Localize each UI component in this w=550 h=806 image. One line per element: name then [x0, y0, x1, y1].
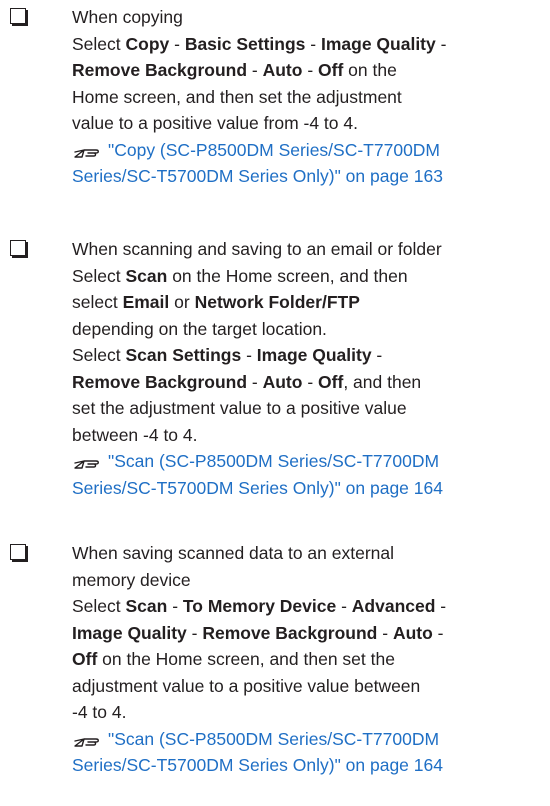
menu-term: Scan Settings — [125, 345, 242, 365]
item-line: Image Quality - Remove Background - Auto… — [72, 620, 542, 647]
text-run: Select — [72, 596, 126, 616]
menu-term: Auto — [262, 371, 303, 392]
text-run: - — [377, 622, 393, 643]
menu-term: Image Quality — [72, 622, 187, 643]
text-run: - — [302, 60, 319, 80]
text-run: - — [305, 33, 321, 54]
text-run: Select — [72, 33, 126, 54]
text-run: - — [186, 622, 203, 643]
checkbox-icon — [10, 544, 26, 560]
text-run: - — [169, 33, 185, 54]
menu-term: Auto — [392, 622, 433, 643]
menu-term: Image Quality — [320, 33, 436, 54]
item-line: Remove Background - Auto - Off, and then — [72, 369, 542, 396]
menu-term: Advanced — [351, 596, 436, 616]
item-line: adjustment value to a positive value bet… — [72, 673, 542, 700]
menu-term: Network Folder/FTP — [194, 292, 360, 312]
pointing-hand-icon — [74, 737, 99, 747]
menu-term: Copy — [125, 33, 170, 54]
reference-link[interactable]: "Scan (SC-P8500DM Series/SC-T7700DM — [72, 726, 542, 753]
text-run: between -4 to 4. — [72, 424, 198, 445]
text-run: - — [302, 371, 319, 392]
text-run: Select — [72, 265, 126, 286]
text-run: memory device — [72, 569, 191, 590]
item-line: Select Scan Settings - Image Quality - — [72, 342, 542, 369]
text-run: When scanning and saving to an email or … — [72, 239, 442, 259]
item-line: Select Copy - Basic Settings - Image Qua… — [72, 31, 542, 58]
reference-link[interactable]: Series/SC-T5700DM Series Only)" on page … — [72, 163, 542, 190]
menu-term: Off — [318, 60, 344, 80]
reference-link[interactable]: Series/SC-T5700DM Series Only)" on page … — [72, 752, 542, 779]
menu-term: Email — [122, 292, 170, 312]
item-line: When saving scanned data to an external — [72, 540, 542, 567]
text-run: - — [432, 622, 444, 643]
item-line: set the adjustment value to a positive v… — [72, 395, 542, 422]
text-run: - — [167, 596, 183, 616]
item-line: memory device — [72, 567, 542, 594]
item-line: When copying — [72, 4, 542, 31]
item-line: between -4 to 4. — [72, 422, 542, 449]
pointing-hand-icon — [74, 460, 99, 469]
text-run: - — [435, 33, 447, 54]
reference-link[interactable]: "Copy (SC-P8500DM Series/SC-T7700DM — [72, 137, 542, 164]
menu-term: Image Quality — [256, 345, 372, 365]
text-run: value to a positive value from -4 to 4. — [72, 113, 358, 133]
item-body: When saving scanned data to an external … — [72, 540, 542, 779]
menu-term: Auto — [262, 60, 303, 80]
reference-link-text[interactable]: "Scan (SC-P8500DM Series/SC-T7700DM — [108, 451, 439, 471]
reference-link[interactable]: "Scan (SC-P8500DM Series/SC-T7700DM — [72, 448, 542, 475]
item-line: Off on the Home screen, and then set the — [72, 646, 542, 673]
reference-link-text[interactable]: "Copy (SC-P8500DM Series/SC-T7700DM — [108, 140, 440, 160]
text-run: , and then — [343, 371, 422, 392]
text-run: adjustment value to a positive value bet… — [72, 675, 421, 696]
text-run: - — [435, 596, 447, 616]
text-run: - — [247, 60, 263, 80]
item-line: Select Scan on the Home screen, and then — [72, 263, 542, 290]
menu-term: Scan — [125, 596, 168, 616]
menu-term: Off — [318, 371, 344, 392]
item-line: Select Scan - To Memory Device - Advance… — [72, 593, 542, 620]
menu-term: Off — [72, 649, 98, 669]
checkbox-icon — [10, 240, 26, 256]
reference-link-text[interactable]: "Scan (SC-P8500DM Series/SC-T7700DM — [108, 729, 439, 749]
item-body: When copying Select Copy - Basic Setting… — [72, 4, 542, 190]
item-line: Remove Background - Auto - Off on the — [72, 57, 542, 84]
reference-link[interactable]: Series/SC-T5700DM Series Only)" on page … — [72, 475, 542, 502]
text-run: - — [241, 345, 257, 365]
text-run: depending on the target location. — [72, 318, 327, 339]
item-body: When scanning and saving to an email or … — [72, 236, 542, 501]
item-line: Home screen, and then set the adjustment — [72, 84, 542, 111]
text-run: set the adjustment value to a positive v… — [72, 398, 407, 418]
text-run: Select — [72, 345, 126, 365]
item-line: select Email or Network Folder/FTP — [72, 289, 542, 316]
text-run: - — [336, 596, 352, 616]
text-run: When copying — [72, 7, 183, 27]
item-line: When scanning and saving to an email or … — [72, 236, 542, 263]
text-run: Home screen, and then set the adjustment — [72, 86, 402, 107]
manual-page: When copying Select Copy - Basic Setting… — [0, 0, 550, 806]
menu-term: Basic Settings — [184, 33, 306, 54]
text-run: - — [247, 371, 263, 392]
item-line: depending on the target location. — [72, 316, 542, 343]
menu-term: Scan — [125, 265, 168, 286]
text-run: When saving scanned data to an external — [72, 543, 395, 563]
item-line: -4 to 4. — [72, 699, 542, 726]
menu-term: Remove Background — [202, 622, 378, 643]
text-run: on the Home screen, and then set the — [97, 649, 395, 669]
menu-term: Remove Background — [72, 371, 248, 392]
pointing-hand-icon — [74, 148, 99, 158]
menu-term: To Memory Device — [182, 596, 337, 616]
text-run: on the Home screen, and then — [167, 265, 408, 286]
text-run: or — [169, 292, 195, 312]
item-line: value to a positive value from -4 to 4. — [72, 110, 542, 137]
text-run: - — [371, 345, 383, 365]
text-run: on the — [343, 60, 397, 80]
checkbox-icon — [10, 8, 26, 24]
menu-term: Remove Background — [72, 60, 248, 80]
text-run: select — [72, 292, 123, 312]
text-run: -4 to 4. — [72, 702, 127, 722]
